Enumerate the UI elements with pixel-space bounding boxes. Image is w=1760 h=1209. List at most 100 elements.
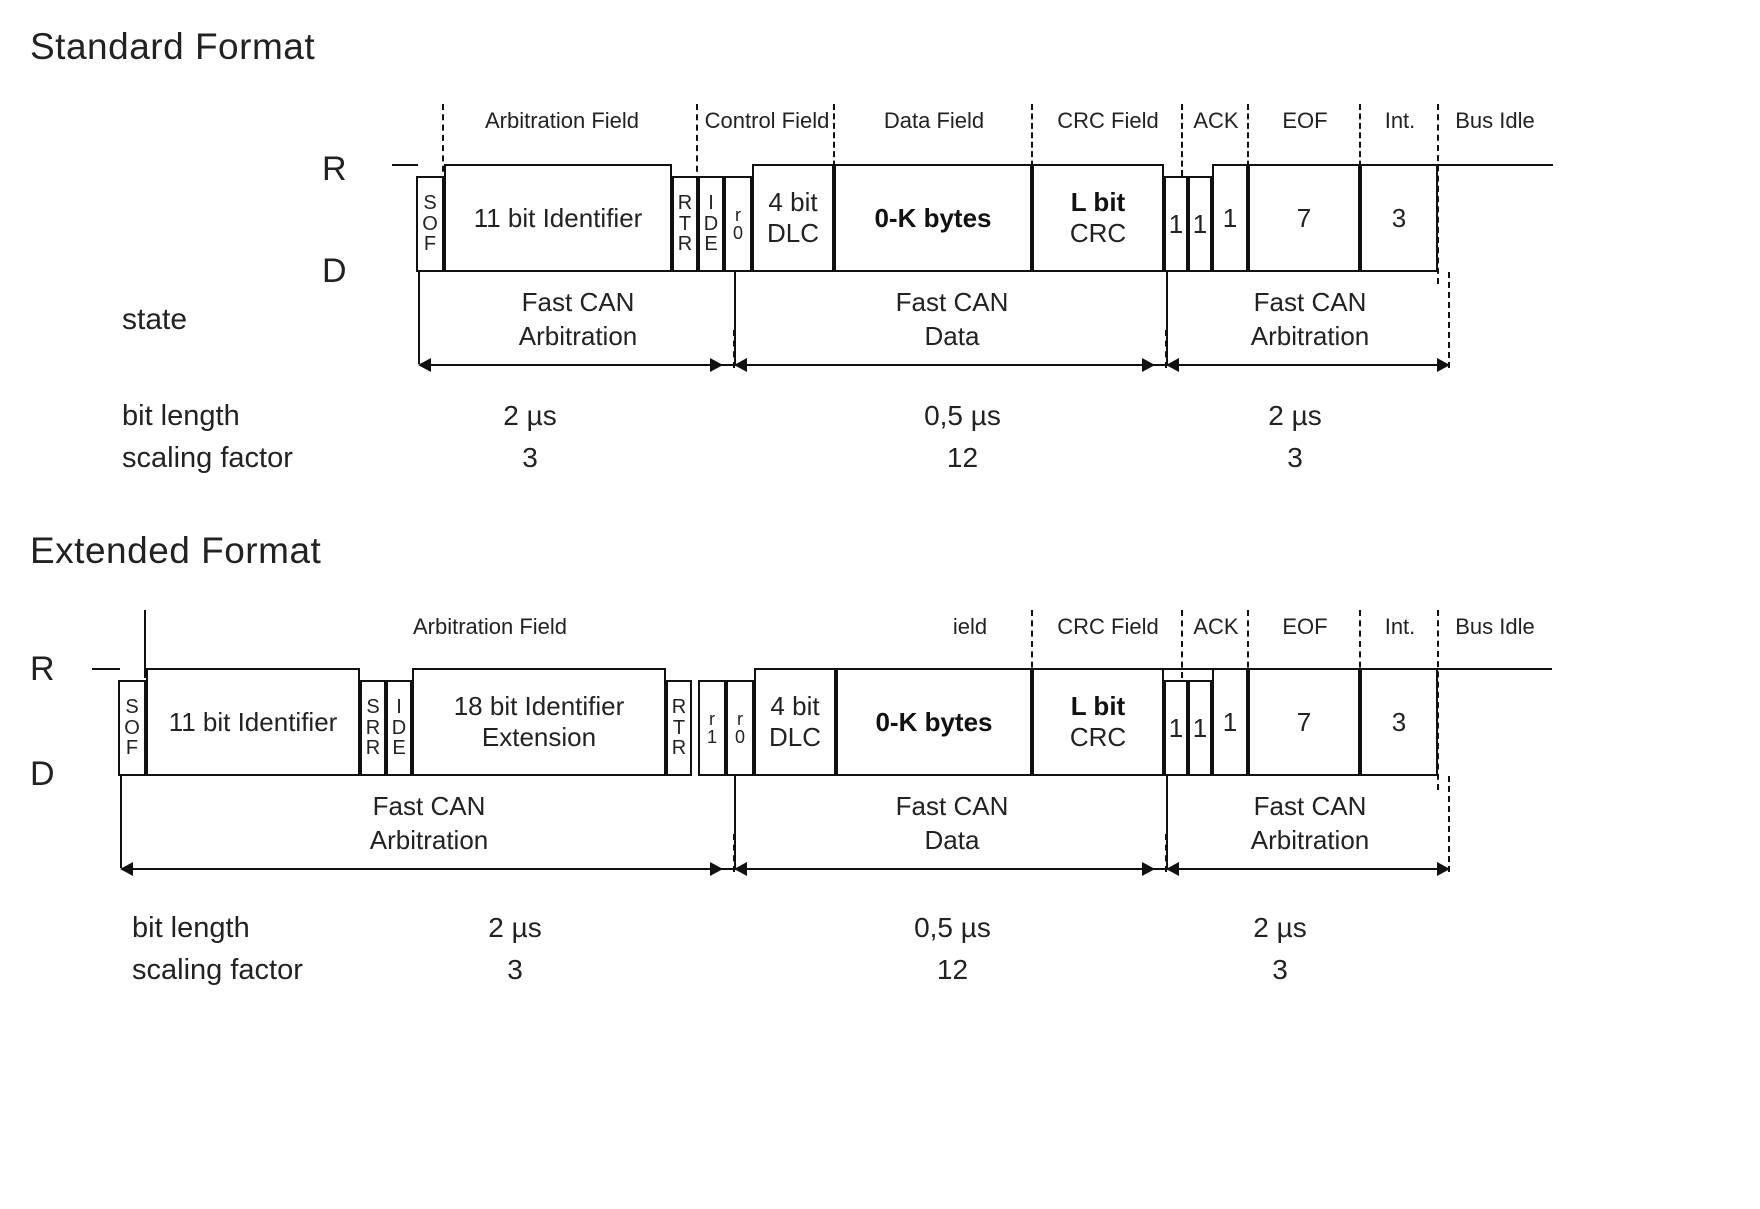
cell-data-bytes-label: 0-K bytes <box>874 202 992 233</box>
dominant-label: D <box>322 252 347 290</box>
cell-data-bytes-label: 0-K bytes <box>875 706 993 737</box>
dimension-tick <box>1448 272 1450 368</box>
recessive-label: R <box>30 650 55 688</box>
cell-rtr: RTR <box>666 680 692 776</box>
state-block-data: Fast CAN Data <box>734 272 1168 364</box>
dimension-arrow-mid <box>734 862 747 876</box>
cell-sof-label: SOF <box>124 696 140 760</box>
bit-length-value-2: 0,5 µs <box>914 912 991 943</box>
state-block-arbitration-2: Fast CAN Arbitration <box>1166 776 1452 868</box>
header-int: Int. <box>1384 108 1416 133</box>
scaling-factor-value-1: 3 <box>522 442 538 473</box>
cell-ack-slot: 1 <box>1188 176 1212 272</box>
cell-sof: SOF <box>416 176 444 272</box>
cell-ide-label: IDE <box>391 696 407 760</box>
header-int: Int. <box>1384 614 1416 639</box>
cell-int: 3 <box>1360 668 1438 776</box>
cell-r0-label: r0 <box>734 708 745 747</box>
cell-ack-delimiter-label: 1 <box>1222 706 1238 737</box>
state-label: Fast CAN Data <box>895 791 1009 855</box>
state-label: Fast CAN Arbitration <box>518 287 638 351</box>
cell-ack-slot-label: 1 <box>1192 208 1208 239</box>
cell-dlc: 4 bit DLC <box>754 668 836 776</box>
cell-sof: SOF <box>118 680 146 776</box>
state-block-arbitration-1: Fast CAN Arbitration <box>418 272 736 364</box>
cell-r1-label: r1 <box>706 708 717 747</box>
header-crc-field: CRC Field <box>1057 108 1159 133</box>
dimension-tick <box>1165 330 1167 368</box>
dimension-arrow-left <box>120 862 133 876</box>
cell-rtr-label: RTR <box>677 192 693 256</box>
cell-eof-label: 7 <box>1296 202 1312 233</box>
cell-rtr-label: RTR <box>671 696 687 760</box>
header-bus-idle: Bus Idle <box>1455 614 1535 639</box>
cell-int: 3 <box>1360 164 1438 272</box>
cell-ide: IDE <box>698 176 724 272</box>
bit-length-value-1: 2 µs <box>488 912 542 943</box>
dimension-arrow-mid <box>710 358 723 372</box>
dimension-arrow-mid <box>1166 862 1179 876</box>
cell-data-bytes: 0-K bytes <box>836 668 1032 776</box>
header-control-field: Control Field <box>704 108 830 133</box>
bit-length-value-3: 2 µs <box>1268 400 1322 431</box>
scaling-factor-value-3: 3 <box>1272 954 1288 985</box>
cell-int-label: 3 <box>1391 706 1407 737</box>
cell-data-bytes: 0-K bytes <box>834 164 1032 272</box>
dimension-tick <box>1448 776 1450 872</box>
scaling-factor-value-1: 3 <box>507 954 523 985</box>
header-divider <box>696 104 698 182</box>
cell-ack-slot-label: 1 <box>1192 712 1208 743</box>
header-data-field: Data Field <box>883 108 985 133</box>
cell-eof: 7 <box>1248 668 1360 776</box>
dominant-label: D <box>30 755 55 793</box>
header-eof: EOF <box>1282 614 1328 639</box>
header-arbitration-field: Arbitration Field <box>484 108 640 133</box>
bit-length-row-label: bit length <box>122 400 240 432</box>
header-arbitration-field: Arbitration Field <box>412 614 568 639</box>
cell-crc: L bit CRC <box>1032 668 1164 776</box>
dimension-tick <box>733 834 735 872</box>
cell-ide: IDE <box>386 680 412 776</box>
scaling-factor-value-2: 12 <box>936 954 969 985</box>
cell-ack-delimiter: 1 <box>1212 668 1248 776</box>
cell-identifier-extension-label-2: Extension <box>481 722 597 752</box>
dimension-arrow-mid <box>1142 862 1155 876</box>
standard-format-title: Standard Format <box>30 26 316 67</box>
cell-crc-label-1: L bit <box>1070 187 1126 217</box>
header-divider <box>1181 104 1183 176</box>
header-ack: ACK <box>1193 108 1239 133</box>
extended-format-title: Extended Format <box>30 530 322 571</box>
recessive-label: R <box>322 150 347 188</box>
cell-dlc-label-2: DLC <box>766 218 819 248</box>
scaling-factor-row-label: scaling factor <box>122 442 293 474</box>
state-label: Fast CAN Arbitration <box>369 791 489 855</box>
cell-ack-delimiter: 1 <box>1212 164 1248 272</box>
state-block-data: Fast CAN Data <box>734 776 1168 868</box>
cell-r0: r0 <box>724 176 752 272</box>
dimension-tick <box>733 330 735 368</box>
recessive-line-left <box>392 164 418 166</box>
state-block-arbitration-2: Fast CAN Arbitration <box>1166 272 1452 364</box>
cell-r1: r1 <box>698 680 726 776</box>
bit-length-value-3: 2 µs <box>1253 912 1307 943</box>
cell-ide-label: IDE <box>703 192 719 256</box>
cell-identifier-extension-label-1: 18 bit Identifier <box>453 691 625 721</box>
cell-identifier: 11 bit Identifier <box>444 164 672 272</box>
scaling-factor-value-3: 3 <box>1287 442 1303 473</box>
dimension-arrow-mid <box>710 862 723 876</box>
cell-identifier: 11 bit Identifier <box>146 668 360 776</box>
cell-sof-label: SOF <box>422 192 438 256</box>
cell-srr: SRR <box>360 680 386 776</box>
dimension-arrow-mid <box>734 358 747 372</box>
dimension-line <box>420 364 1448 366</box>
state-label: Fast CAN Data <box>895 287 1009 351</box>
cell-dlc-label-1: 4 bit <box>770 691 820 721</box>
cell-crc-label-2: CRC <box>1069 218 1127 248</box>
cell-srr-label: SRR <box>365 696 381 760</box>
state-block-arbitration-1: Fast CAN Arbitration <box>120 776 736 868</box>
cell-crc: L bit CRC <box>1032 164 1164 272</box>
cell-crc-delimiter-label: 1 <box>1168 208 1184 239</box>
cell-eof: 7 <box>1248 164 1360 272</box>
dimension-tick <box>1165 834 1167 872</box>
cell-r0: r0 <box>726 680 754 776</box>
